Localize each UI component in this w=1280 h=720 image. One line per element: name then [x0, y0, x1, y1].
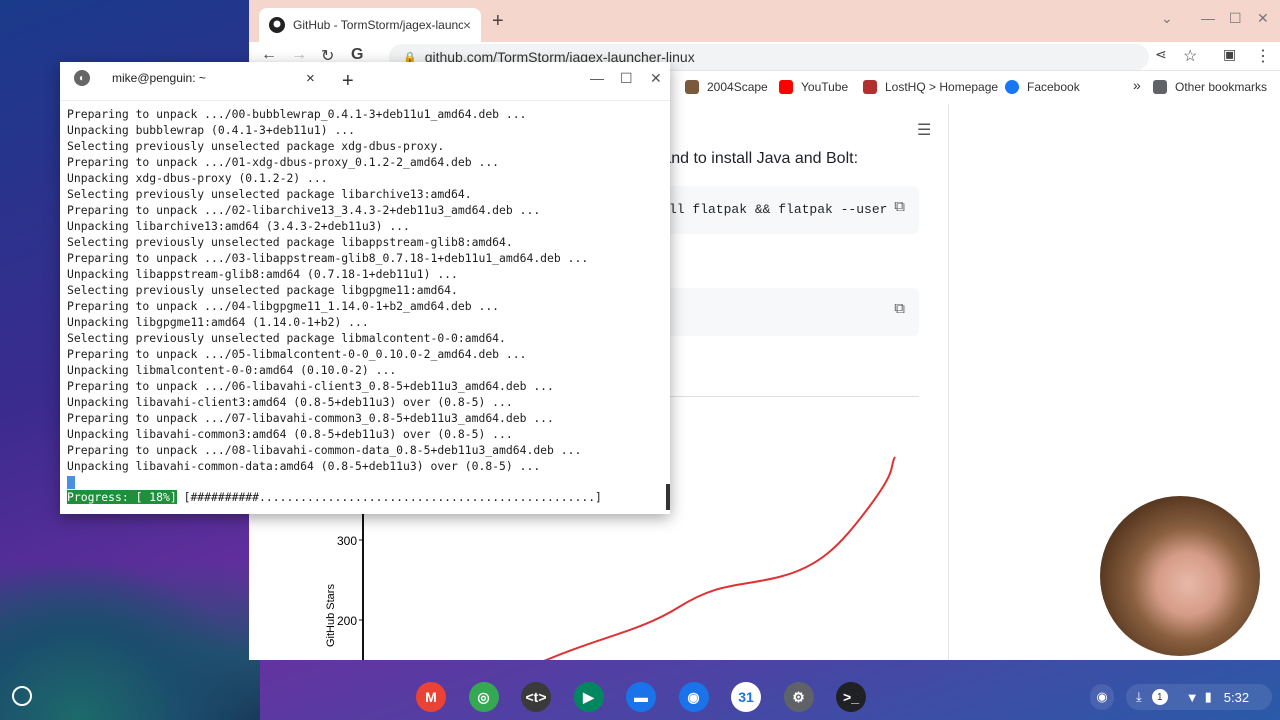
battery-icon: ▮	[1204, 689, 1212, 704]
terminal-line: Preparing to unpack .../04-libgpgme11_1.…	[67, 299, 500, 313]
terminal-line: Preparing to unpack .../01-xdg-dbus-prox…	[67, 155, 500, 169]
share-icon[interactable]: ⋖	[1155, 46, 1167, 63]
chrome-icon[interactable]: ◎	[468, 682, 499, 712]
github-icon	[269, 17, 285, 33]
terminal-tab-close-icon[interactable]: ×	[306, 70, 315, 87]
calendar-icon[interactable]: 31	[731, 682, 761, 712]
webcam-overlay	[1100, 496, 1260, 656]
terminal-title: mike@penguin: ~	[112, 71, 206, 85]
terminal-line: Preparing to unpack .../02-libarchive13_…	[67, 203, 541, 217]
terminal-titlebar: ◐ mike@penguin: ~ × + — ☐ ✕	[60, 62, 670, 101]
bookmark-youtube[interactable]: YouTube	[779, 80, 848, 94]
tab-strip: GitHub - TormStorm/jagex-launc × + ⌄ — ☐…	[249, 0, 1280, 42]
toc-icon[interactable]: ☰	[917, 120, 931, 140]
terminal-cursor	[67, 476, 75, 489]
camera-icon[interactable]: ◉	[678, 682, 709, 712]
terminal-tab[interactable]: ◐ mike@penguin: ~ ×	[74, 70, 315, 87]
terminal-line: Unpacking libavahi-client3:amd64 (0.8-5+…	[67, 395, 513, 409]
terminal-line: Preparing to unpack .../03-libappstream-…	[67, 251, 589, 265]
maximize-icon[interactable]: ☐	[1229, 10, 1242, 27]
terminal-scrollbar[interactable]	[666, 484, 670, 510]
terminal-line: Preparing to unpack .../08-libavahi-comm…	[67, 443, 582, 457]
download-icon: ⤓	[1136, 689, 1142, 704]
menu-icon[interactable]: ⋮	[1255, 46, 1271, 66]
clock: 5:32	[1223, 689, 1250, 705]
terminal-line: Preparing to unpack .../07-libavahi-comm…	[67, 411, 554, 425]
sword-icon	[863, 80, 877, 94]
terminal-minimize-icon[interactable]: —	[590, 70, 604, 86]
extension-icon[interactable]: ▣	[1223, 46, 1236, 63]
chromeos-shelf: M ◎ <t> ▶ ▬ ◉ 31 ⚙ >_ ◉ ⤓ 1 ▼ ▮ 5:32	[0, 674, 1280, 720]
terminal-line: Selecting previously unselected package …	[67, 187, 472, 201]
terminal-line: Unpacking libavahi-common-data:amd64 (0.…	[67, 459, 541, 473]
terminal-line: Preparing to unpack .../00-bubblewrap_0.…	[67, 107, 527, 121]
terminal-line: Unpacking xdg-dbus-proxy (0.1.2-2) ...	[67, 171, 328, 185]
files-icon[interactable]: ▬	[626, 682, 656, 712]
bookmark-other[interactable]: Other bookmarks	[1153, 80, 1267, 94]
terminal-icon[interactable]: >_	[836, 682, 866, 712]
terminal-line: Unpacking libavahi-common3:amd64 (0.8-5+…	[67, 427, 513, 441]
y-tick-label-200: 200	[337, 614, 357, 628]
chevron-down-icon[interactable]: ⌄	[1161, 10, 1173, 27]
page-divider	[948, 104, 949, 660]
terminal-line: Unpacking bubblewrap (0.4.1-3+deb11u1) .…	[67, 123, 356, 137]
bookmark-star-icon[interactable]: ☆	[1183, 46, 1197, 66]
tab-github[interactable]: GitHub - TormStorm/jagex-launc ×	[259, 8, 481, 42]
progress-label: Progress: [ 18%]	[67, 490, 177, 504]
terminal-line: Selecting previously unselected package …	[67, 331, 506, 345]
text-editor-icon[interactable]: <t>	[521, 682, 551, 712]
terminal-line: Preparing to unpack .../06-libavahi-clie…	[67, 379, 554, 393]
new-tab-button[interactable]: +	[492, 10, 504, 33]
terminal-line: Unpacking libarchive13:amd64 (3.4.3-2+de…	[67, 219, 410, 233]
terminal-avatar-icon: ◐	[74, 70, 90, 86]
terminal-window: ◐ mike@penguin: ~ × + — ☐ ✕ Preparing to…	[60, 62, 670, 514]
tab-close-icon[interactable]: ×	[463, 17, 471, 33]
terminal-maximize-icon[interactable]: ☐	[620, 70, 633, 87]
code-block-1: ll flatpak && flatpak --user ⧉	[649, 186, 919, 234]
install-instruction: mand to install Java and Bolt:	[649, 150, 859, 167]
bookmarks-overflow-icon[interactable]: »	[1133, 77, 1141, 93]
terminal-output[interactable]: Preparing to unpack .../00-bubblewrap_0.…	[67, 106, 657, 474]
launcher-icon[interactable]	[12, 686, 32, 706]
minimize-icon[interactable]: —	[1201, 10, 1215, 26]
close-icon[interactable]: ✕	[1257, 10, 1269, 27]
folder-icon	[1153, 80, 1167, 94]
bookmark-2004scape[interactable]: 2004Scape	[685, 80, 768, 94]
terminal-line: Selecting previously unselected package …	[67, 283, 458, 297]
terminal-line: Selecting previously unselected package …	[67, 235, 513, 249]
bookmark-losthq[interactable]: LostHQ > Homepage	[863, 80, 998, 94]
terminal-line: Unpacking libmalcontent-0-0:amd64 (0.10.…	[67, 363, 397, 377]
y-tick-label-300: 300	[337, 534, 357, 548]
play-store-icon[interactable]: ▶	[573, 682, 604, 712]
notification-count-badge: 1	[1151, 689, 1168, 705]
copy-icon[interactable]: ⧉	[894, 198, 905, 216]
terminal-line: Unpacking libgpgme11:amd64 (1.14.0-1+b2)…	[67, 315, 369, 329]
apt-progress: Progress: [ 18%] [##########............…	[67, 490, 609, 504]
bookmark-facebook[interactable]: Facebook	[1005, 80, 1080, 94]
gmail-icon[interactable]: M	[416, 682, 446, 712]
code-block-2: ⧉	[649, 288, 919, 336]
facebook-icon	[1005, 80, 1019, 94]
wifi-icon: ▼	[1185, 689, 1199, 705]
progress-bar: [##########.............................…	[176, 490, 609, 504]
tab-title: GitHub - TormStorm/jagex-launc	[293, 18, 463, 32]
terminal-line: Unpacking libappstream-glib8:amd64 (0.7.…	[67, 267, 458, 281]
youtube-icon	[779, 80, 793, 94]
terminal-close-icon[interactable]: ✕	[650, 70, 662, 87]
status-tray[interactable]: ⤓ 1 ▼ ▮ 5:32	[1126, 684, 1272, 710]
y-axis-label: GitHub Stars	[325, 584, 337, 647]
code-text: ll flatpak && flatpak --user	[669, 202, 888, 217]
terminal-new-tab-button[interactable]: +	[342, 70, 354, 93]
terminal-line: Selecting previously unselected package …	[67, 139, 445, 153]
settings-icon[interactable]: ⚙	[783, 682, 814, 712]
terminal-line: Preparing to unpack .../05-libmalcontent…	[67, 347, 527, 361]
copy-icon[interactable]: ⧉	[894, 300, 905, 318]
screen-record-icon[interactable]: ◉	[1090, 684, 1114, 710]
sword-icon	[685, 80, 699, 94]
